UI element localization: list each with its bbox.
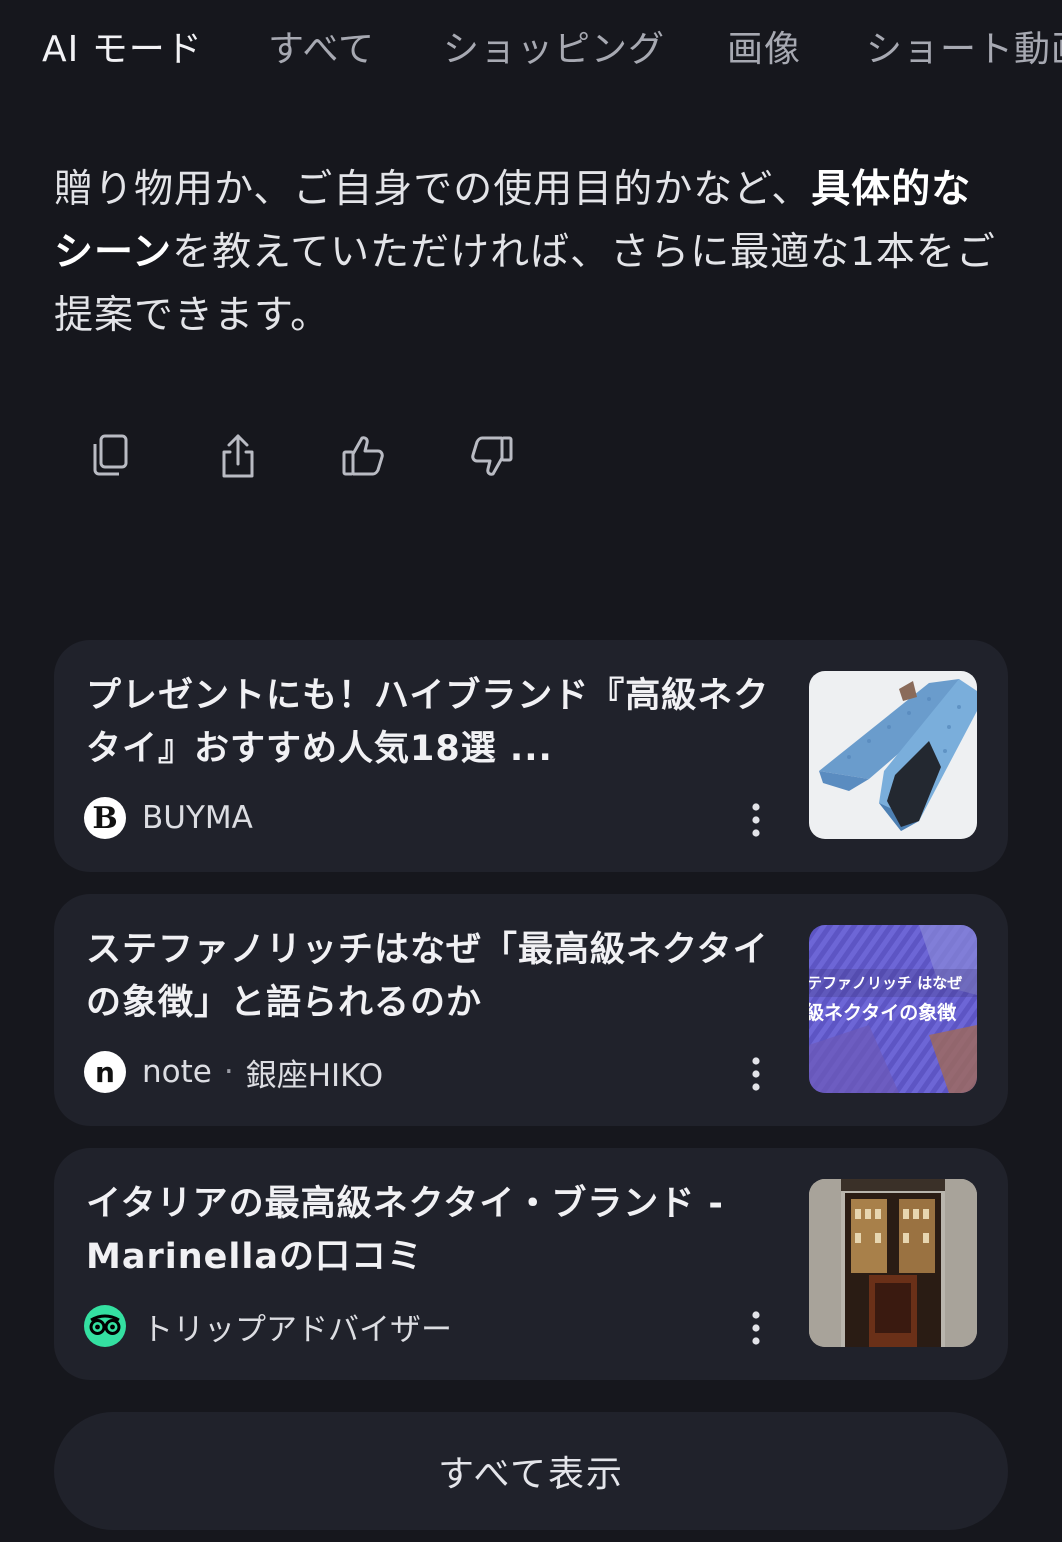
answer-text-part: を教えていただければ、さらに最適な1本をご提案できます。: [54, 230, 996, 338]
more-options-button[interactable]: [742, 798, 770, 842]
source-card[interactable]: プレゼントにも！ハイブランド『高級ネクタイ』おすすめ人気18選 ... B BU…: [54, 640, 1008, 872]
tab-ai-mode[interactable]: AI モード: [42, 28, 203, 72]
source-card[interactable]: イタリアの最高級ネクタイ・ブランド - Marinellaの口コミ トリップアド…: [54, 1148, 1008, 1380]
more-options-button[interactable]: [742, 1306, 770, 1350]
thumbnail-caption-1: テファノリッチ はなぜ: [809, 974, 962, 992]
tab-all[interactable]: すべて: [268, 28, 375, 72]
source-thumbnail[interactable]: [809, 671, 977, 839]
source-attribution: B BUYMA: [84, 796, 253, 840]
source-title[interactable]: プレゼントにも！ハイブランド『高級ネクタイ』おすすめ人気18選 ...: [86, 670, 786, 776]
share-icon: [222, 434, 254, 478]
source-thumbnail[interactable]: [809, 1179, 977, 1347]
copy-icon: [93, 434, 128, 476]
thumbs-down-button[interactable]: [455, 420, 527, 492]
source-attribution: n note · 銀座HIKO: [84, 1050, 383, 1094]
purple-tie-image: テファノリッチ はなぜ 級ネクタイの象徴: [809, 925, 977, 1093]
thumbs-up-icon: [342, 436, 384, 476]
separator-dot: ·: [223, 1054, 234, 1090]
thumbs-up-button[interactable]: [328, 420, 400, 492]
thumbs-down-icon: [471, 436, 513, 476]
more-options-button[interactable]: [742, 1052, 770, 1096]
answer-actions: [0, 420, 1062, 492]
source-thumbnail[interactable]: テファノリッチ はなぜ 級ネクタイの象徴: [809, 925, 977, 1093]
source-card[interactable]: ステファノリッチはなぜ「最高級ネクタイの象徴」と語られるのか n note · …: [54, 894, 1008, 1126]
copy-button[interactable]: [76, 420, 148, 492]
source-site-name: BUYMA: [142, 800, 253, 836]
tab-images[interactable]: 画像: [727, 28, 801, 72]
more-vert-icon: [752, 1311, 760, 1345]
ai-answer-text: 贈り物用か、ご自身での使用目的かなど、具体的なシーンを教えていただければ、さらに…: [54, 158, 1004, 347]
source-author: 銀座HIKO: [245, 1057, 384, 1094]
more-vert-icon: [752, 803, 760, 837]
tripadvisor-logo-icon: [84, 1305, 126, 1347]
more-vert-icon: [752, 1057, 760, 1091]
answer-text-part: 贈り物用か、ご自身での使用目的かなど、: [54, 167, 812, 212]
thumbnail-caption-2: 級ネクタイの象徴: [809, 1001, 957, 1024]
tab-short-videos[interactable]: ショート動画: [866, 28, 1062, 72]
share-button[interactable]: [202, 420, 274, 492]
search-mode-tabs: AI モード すべて ショッピング 画像 ショート動画: [0, 0, 1062, 100]
source-site-name: トリップアドバイザー: [142, 1311, 452, 1348]
source-title[interactable]: イタリアの最高級ネクタイ・ブランド - Marinellaの口コミ: [86, 1178, 786, 1284]
blue-tie-image: [809, 671, 977, 839]
source-title[interactable]: ステファノリッチはなぜ「最高級ネクタイの象徴」と語られるのか: [86, 924, 786, 1030]
show-all-button[interactable]: すべて表示: [54, 1412, 1008, 1530]
source-attribution: トリップアドバイザー: [84, 1304, 452, 1348]
buyma-logo-icon: B: [84, 797, 126, 839]
note-logo-icon: n: [84, 1051, 126, 1093]
shop-front-image: [809, 1179, 977, 1347]
source-site-name: note: [142, 1054, 212, 1090]
tab-shopping[interactable]: ショッピング: [443, 28, 665, 72]
